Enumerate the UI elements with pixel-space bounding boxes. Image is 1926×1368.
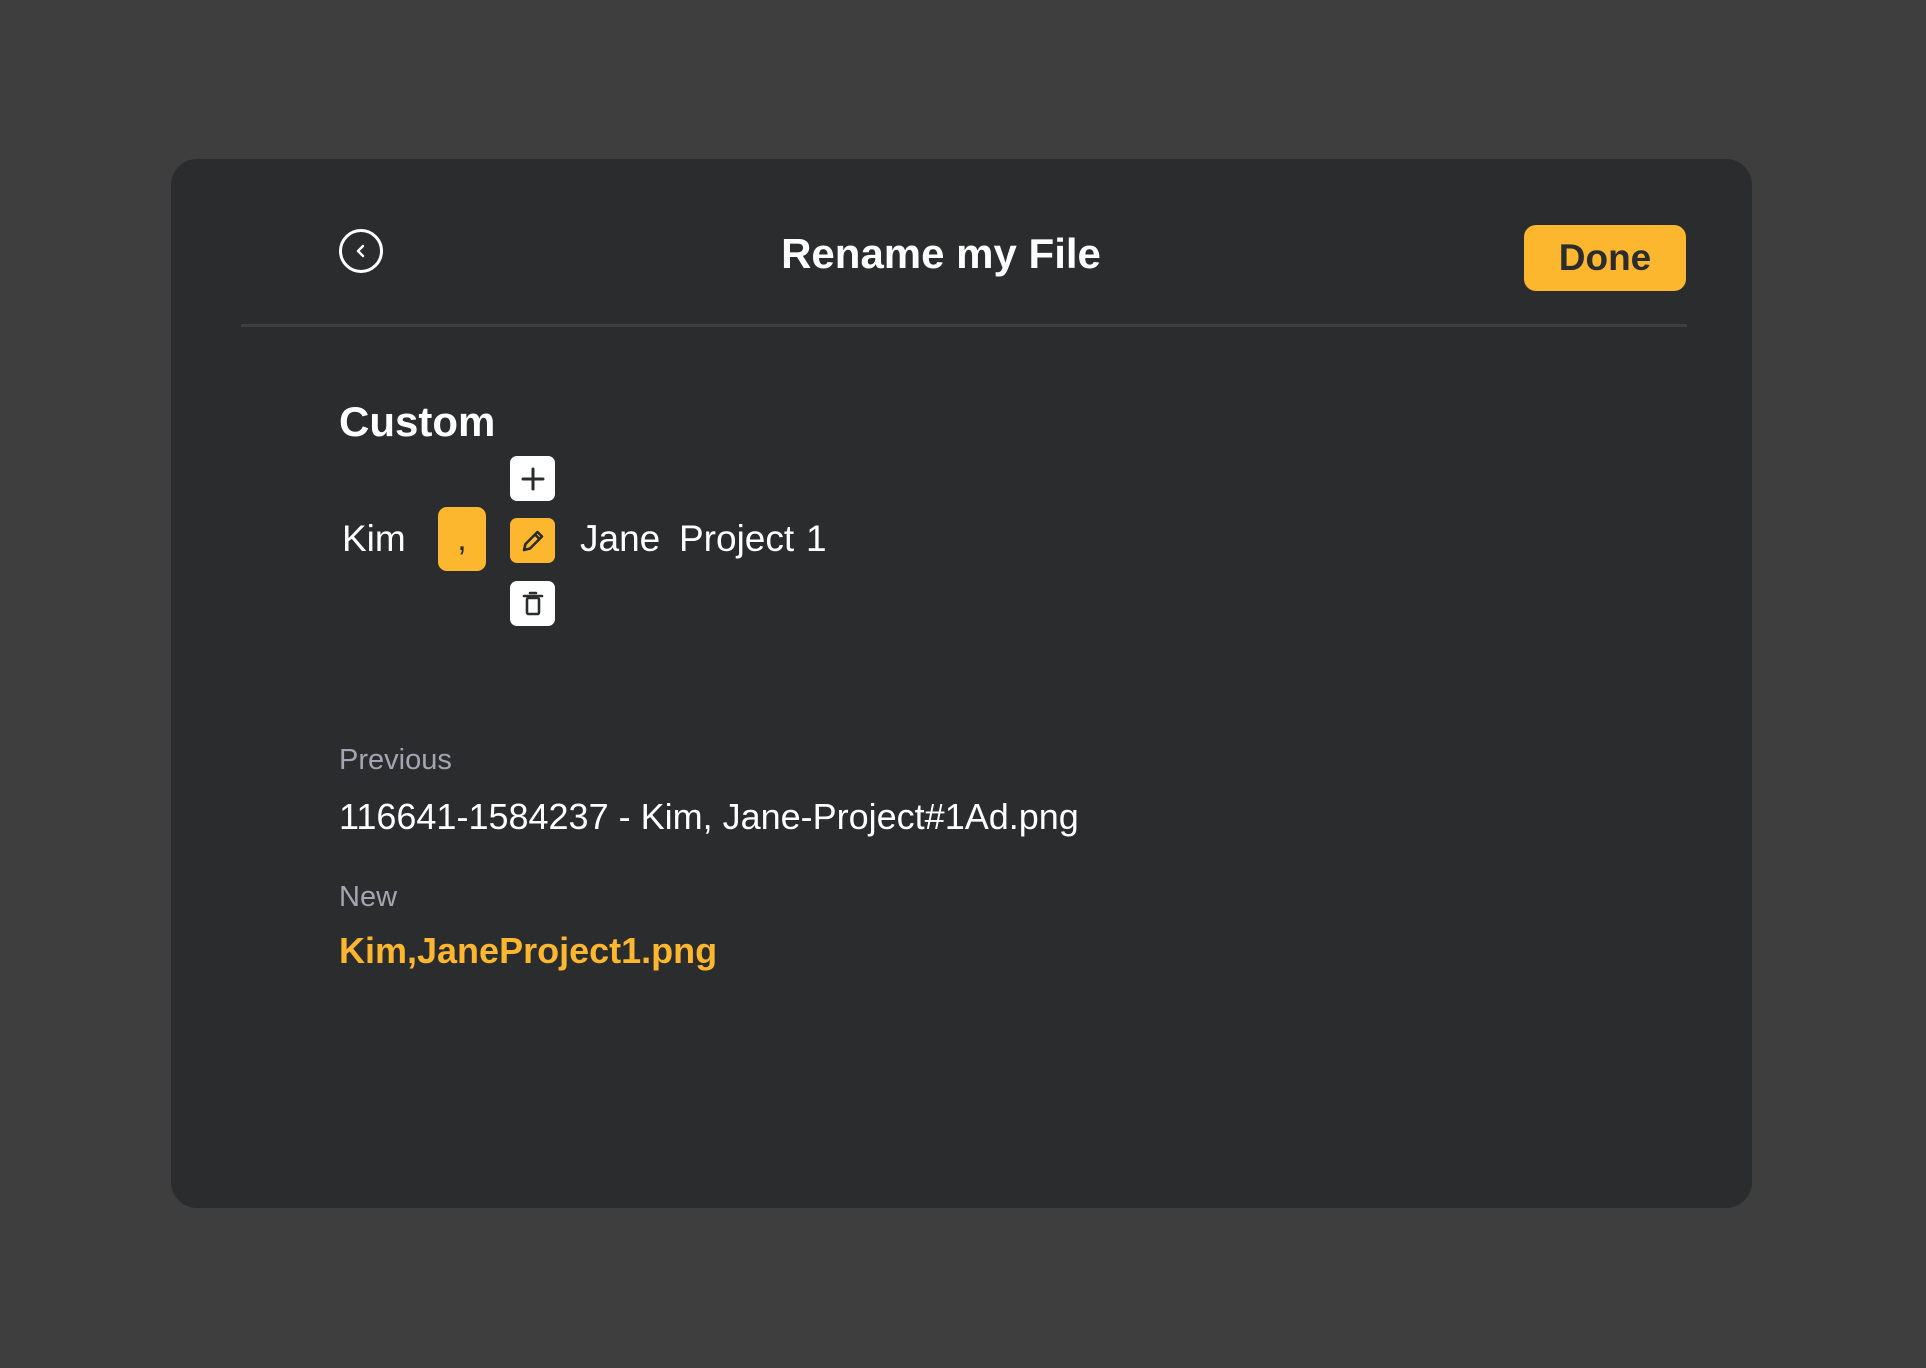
rename-dialog: Rename my File Done Custom Kim , Jane Pr… [171, 159, 1752, 1208]
section-heading-custom: Custom [339, 398, 496, 445]
name-token-number[interactable]: 1 [806, 517, 827, 561]
dialog-title: Rename my File [781, 230, 1101, 277]
trash-icon [522, 591, 543, 615]
pencil-icon [522, 530, 543, 551]
name-token-kim[interactable]: Kim [342, 517, 406, 561]
new-filename: Kim,JaneProject1.png [339, 930, 718, 971]
delete-token-button[interactable] [510, 581, 555, 626]
name-token-project[interactable]: Project [679, 517, 794, 561]
previous-label: Previous [339, 744, 452, 776]
name-token-jane[interactable]: Jane [580, 517, 660, 561]
previous-filename: 116641-1584237 - Kim, Jane-Project#1Ad.p… [339, 796, 1079, 837]
add-token-button[interactable] [510, 456, 555, 501]
plus-icon [521, 467, 544, 490]
edit-token-button[interactable] [510, 518, 555, 563]
new-label: New [339, 881, 398, 913]
separator-token[interactable]: , [438, 507, 486, 571]
done-button[interactable]: Done [1524, 225, 1686, 291]
header-divider [241, 324, 1687, 327]
